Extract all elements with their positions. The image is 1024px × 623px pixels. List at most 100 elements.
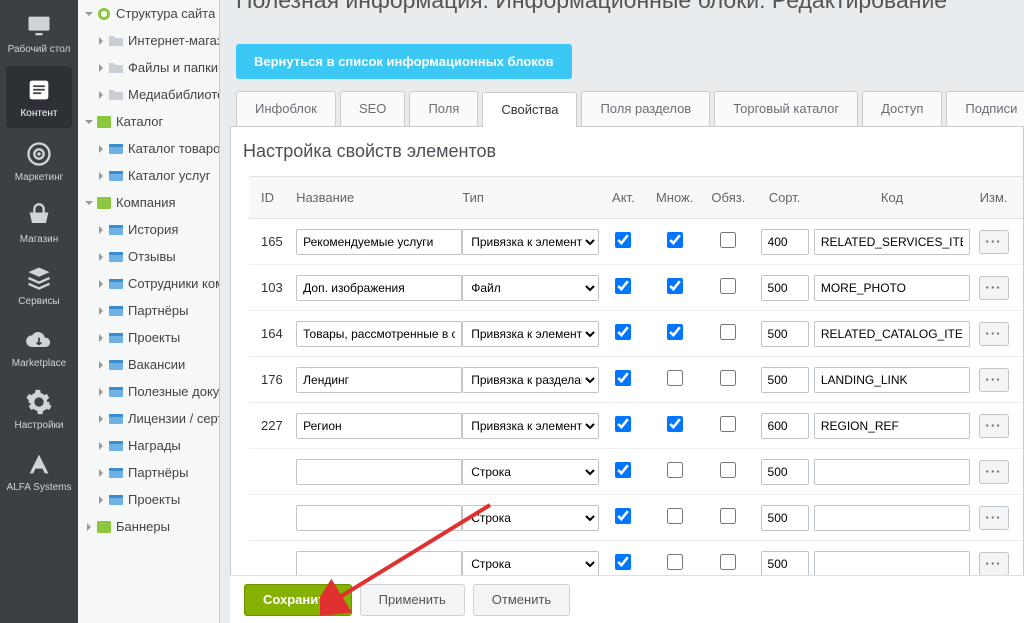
tab[interactable]: Подписи xyxy=(946,91,1024,126)
tab[interactable]: Доступ xyxy=(862,91,942,126)
code-input[interactable] xyxy=(814,551,970,577)
edit-button[interactable]: ··· xyxy=(979,414,1009,438)
req-checkbox[interactable] xyxy=(720,370,736,386)
mul-checkbox[interactable] xyxy=(667,554,683,570)
type-select[interactable]: СтрокаФайлПривязка к элементамПривязка к… xyxy=(462,505,599,531)
tree-site-structure[interactable]: Структура сайта xyxy=(78,0,219,27)
name-input[interactable] xyxy=(296,229,462,255)
req-checkbox[interactable] xyxy=(720,508,736,524)
name-input[interactable] xyxy=(296,275,462,301)
sort-input[interactable] xyxy=(761,229,809,255)
type-select[interactable]: СтрокаФайлПривязка к элементамПривязка к… xyxy=(462,229,599,255)
tree-awards[interactable]: Награды xyxy=(78,432,219,459)
rail-item-desktop[interactable]: Рабочий стол xyxy=(0,2,78,64)
tree-catalog[interactable]: Каталог xyxy=(78,108,219,135)
act-checkbox[interactable] xyxy=(615,232,631,248)
mul-checkbox[interactable] xyxy=(667,278,683,294)
sort-input[interactable] xyxy=(761,367,809,393)
act-checkbox[interactable] xyxy=(615,278,631,294)
sort-input[interactable] xyxy=(761,459,809,485)
rail-item-marketing[interactable]: Маркетинг xyxy=(0,130,78,192)
req-checkbox[interactable] xyxy=(720,232,736,248)
apply-button[interactable]: Применить xyxy=(360,584,465,616)
code-input[interactable] xyxy=(814,505,970,531)
code-input[interactable] xyxy=(814,229,970,255)
tab[interactable]: Поля разделов xyxy=(581,91,710,126)
tab[interactable]: Инфоблок xyxy=(236,91,336,126)
rail-item-services[interactable]: Сервисы xyxy=(0,254,78,316)
rail-item-marketplace[interactable]: Marketplace xyxy=(0,316,78,378)
tree-projects-2[interactable]: Проекты xyxy=(78,486,219,513)
edit-button[interactable]: ··· xyxy=(979,368,1009,392)
code-input[interactable] xyxy=(814,367,970,393)
act-checkbox[interactable] xyxy=(615,554,631,570)
edit-button[interactable]: ··· xyxy=(979,552,1009,576)
tab[interactable]: Торговый каталог xyxy=(714,91,858,126)
rail-item-settings[interactable]: Настройки xyxy=(0,378,78,440)
req-checkbox[interactable] xyxy=(720,416,736,432)
act-checkbox[interactable] xyxy=(615,324,631,340)
mul-checkbox[interactable] xyxy=(667,508,683,524)
code-input[interactable] xyxy=(814,459,970,485)
name-input[interactable] xyxy=(296,459,462,485)
tree-projects-1[interactable]: Проекты xyxy=(78,324,219,351)
tree-files-folders[interactable]: Файлы и папки xyxy=(78,54,219,81)
tree-partners-2[interactable]: Партнёры xyxy=(78,459,219,486)
tree-vacancies[interactable]: Вакансии xyxy=(78,351,219,378)
req-checkbox[interactable] xyxy=(720,278,736,294)
act-checkbox[interactable] xyxy=(615,462,631,478)
tab[interactable]: Поля xyxy=(409,91,478,126)
edit-button[interactable]: ··· xyxy=(979,506,1009,530)
tab[interactable]: Свойства xyxy=(482,92,577,127)
rail-item-alfa[interactable]: ALFA Systems xyxy=(0,440,78,502)
req-checkbox[interactable] xyxy=(720,554,736,570)
name-input[interactable] xyxy=(296,551,462,577)
rail-item-shop[interactable]: Магазин xyxy=(0,192,78,254)
edit-button[interactable]: ··· xyxy=(979,460,1009,484)
act-checkbox[interactable] xyxy=(615,508,631,524)
tree-catalog-services[interactable]: Каталог услуг xyxy=(78,162,219,189)
edit-button[interactable]: ··· xyxy=(979,276,1009,300)
sort-input[interactable] xyxy=(761,413,809,439)
tree-partners-1[interactable]: Партнёры xyxy=(78,297,219,324)
sort-input[interactable] xyxy=(761,321,809,347)
tree-staff[interactable]: Сотрудники компании xyxy=(78,270,219,297)
req-checkbox[interactable] xyxy=(720,462,736,478)
mul-checkbox[interactable] xyxy=(667,462,683,478)
act-checkbox[interactable] xyxy=(615,370,631,386)
type-select[interactable]: СтрокаФайлПривязка к элементамПривязка к… xyxy=(462,551,599,577)
mul-checkbox[interactable] xyxy=(667,324,683,340)
edit-button[interactable]: ··· xyxy=(979,230,1009,254)
tree-catalog-goods[interactable]: Каталог товаров xyxy=(78,135,219,162)
act-checkbox[interactable] xyxy=(615,416,631,432)
rail-item-content[interactable]: Контент xyxy=(6,66,72,128)
sort-input[interactable] xyxy=(761,275,809,301)
code-input[interactable] xyxy=(814,321,970,347)
name-input[interactable] xyxy=(296,321,462,347)
type-select[interactable]: СтрокаФайлПривязка к элементамПривязка к… xyxy=(462,275,599,301)
cancel-button[interactable]: Отменить xyxy=(473,584,570,616)
type-select[interactable]: СтрокаФайлПривязка к элементамПривязка к… xyxy=(462,459,599,485)
sort-input[interactable] xyxy=(761,505,809,531)
type-select[interactable]: СтрокаФайлПривязка к элементамПривязка к… xyxy=(462,367,599,393)
type-select[interactable]: СтрокаФайлПривязка к элементамПривязка к… xyxy=(462,413,599,439)
save-button[interactable]: Сохранить xyxy=(244,584,352,616)
tree-reviews[interactable]: Отзывы xyxy=(78,243,219,270)
tree-media-library[interactable]: Медиабиблиотека xyxy=(78,81,219,108)
name-input[interactable] xyxy=(296,413,462,439)
code-input[interactable] xyxy=(814,413,970,439)
sort-input[interactable] xyxy=(761,551,809,577)
tree-licenses[interactable]: Лицензии / сертификаты xyxy=(78,405,219,432)
tree-useful-docs[interactable]: Полезные документы xyxy=(78,378,219,405)
tab[interactable]: SEO xyxy=(340,91,405,126)
tree-banners[interactable]: Баннеры xyxy=(78,513,219,540)
tree-history[interactable]: История xyxy=(78,216,219,243)
req-checkbox[interactable] xyxy=(720,324,736,340)
name-input[interactable] xyxy=(296,505,462,531)
tree-internet-shop[interactable]: Интернет-магазин xyxy=(78,27,219,54)
mul-checkbox[interactable] xyxy=(667,416,683,432)
edit-button[interactable]: ··· xyxy=(979,322,1009,346)
mul-checkbox[interactable] xyxy=(667,232,683,248)
tree-company[interactable]: Компания xyxy=(78,189,219,216)
mul-checkbox[interactable] xyxy=(667,370,683,386)
